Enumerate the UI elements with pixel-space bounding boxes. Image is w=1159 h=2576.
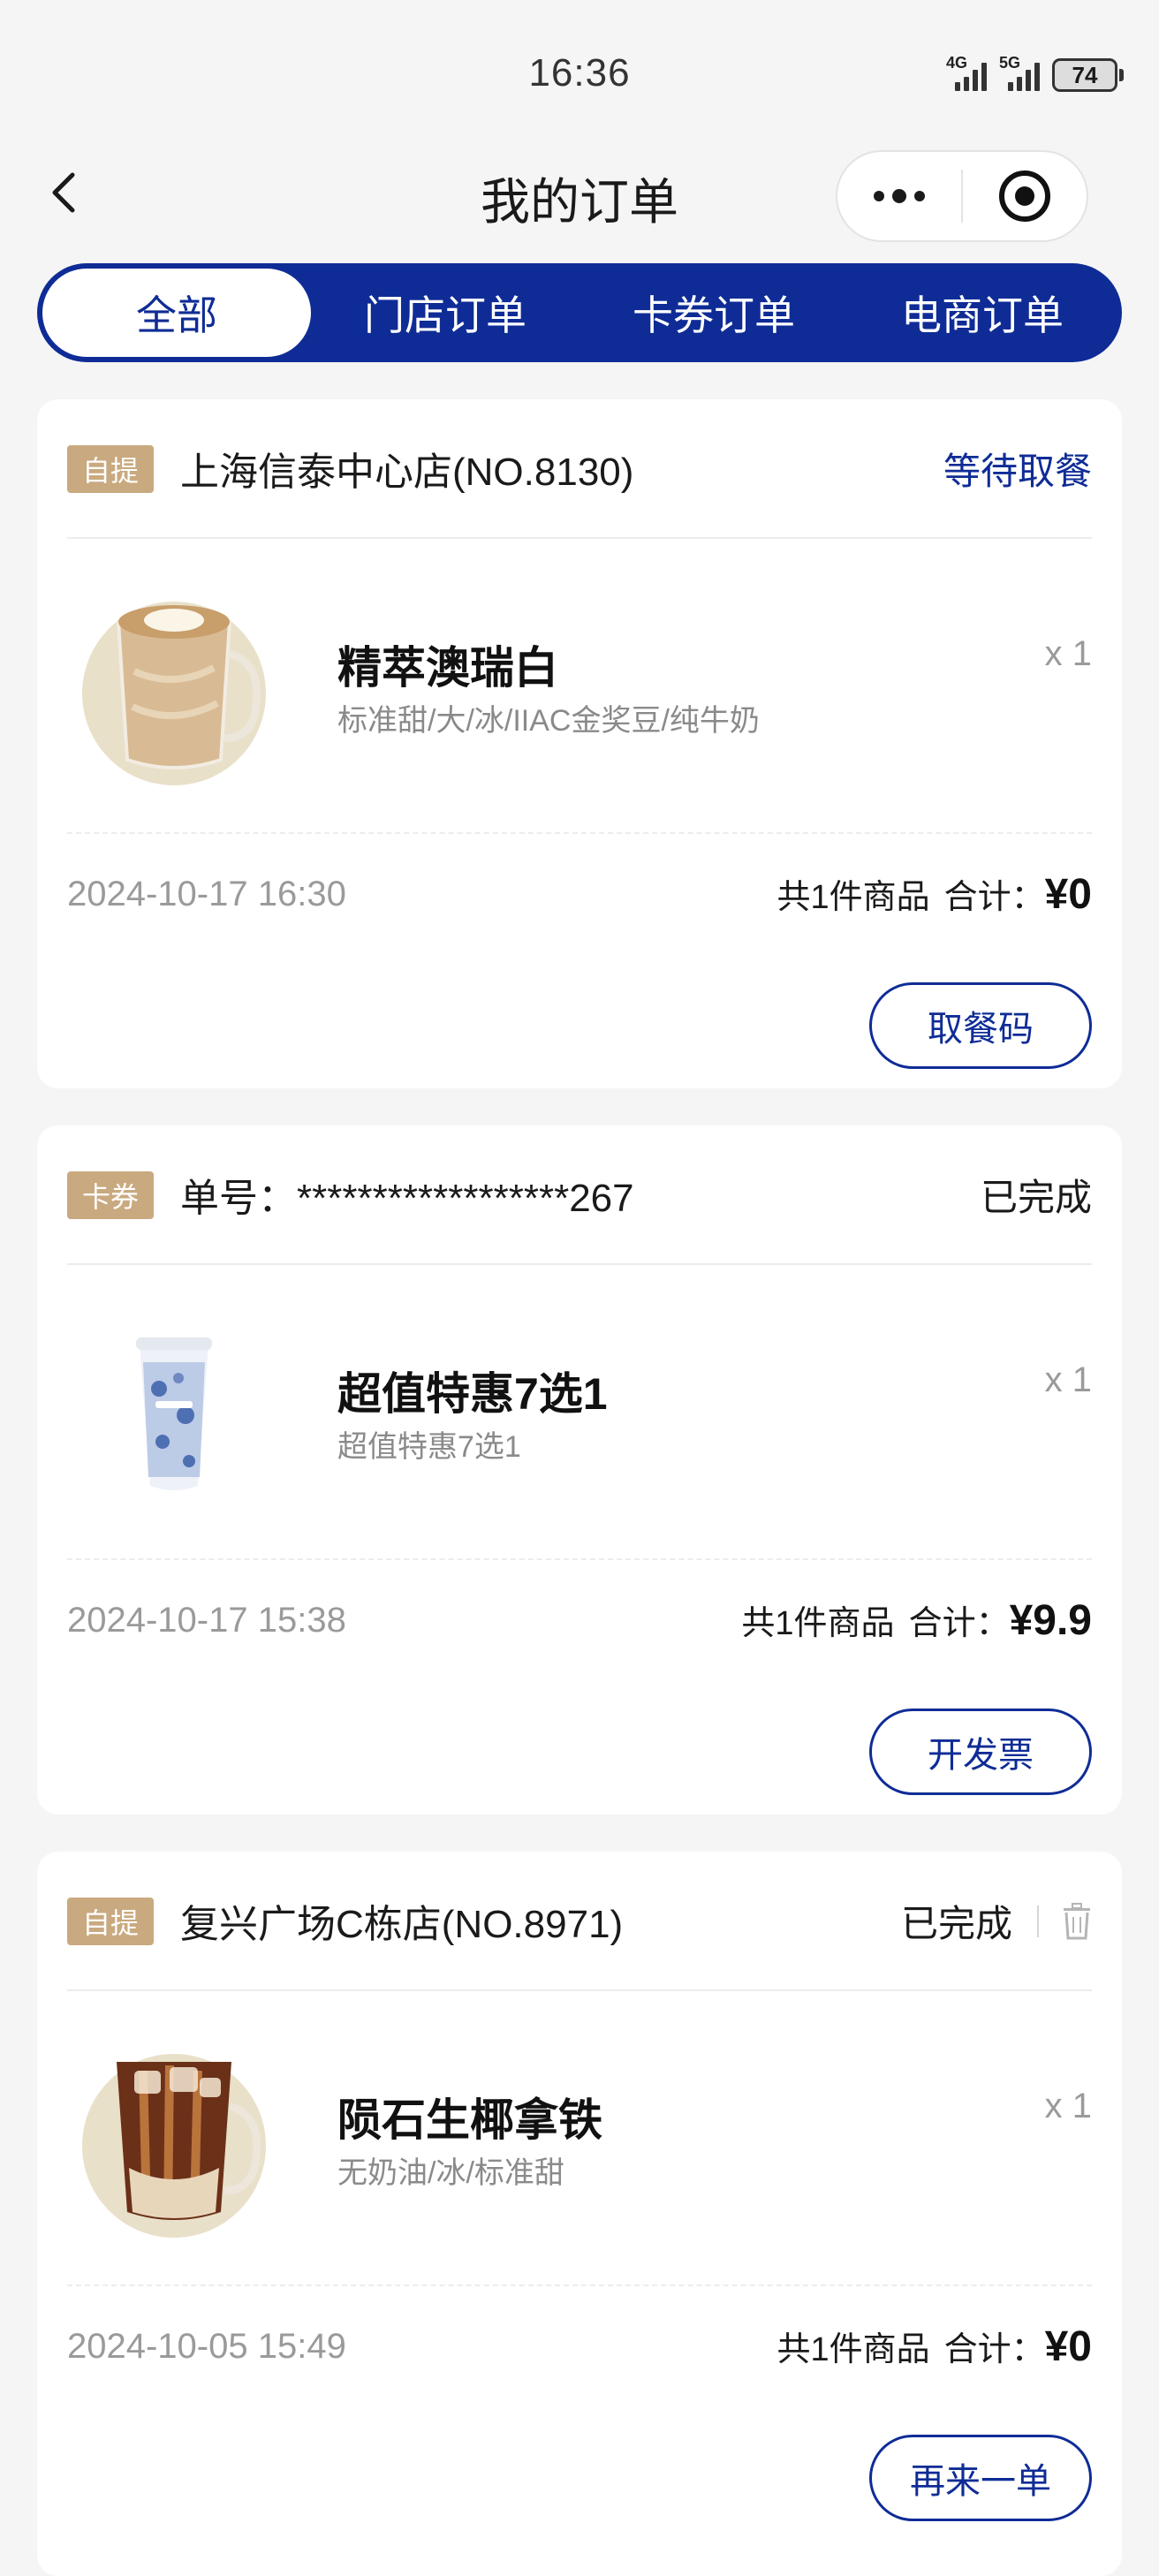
- order-header: 自提 复兴广场C栋店(NO.8971) 已完成: [67, 1852, 1092, 1991]
- order-total: 共1件商品 合计： ¥0: [776, 2322, 1092, 2371]
- status-bar: 16:36 4G 5G 74: [0, 0, 1159, 150]
- more-dots-icon: [874, 189, 925, 203]
- tab-store-orders[interactable]: 门店订单: [311, 269, 580, 357]
- battery-icon: 74: [1052, 58, 1124, 92]
- total-label: 合计：: [943, 879, 1045, 916]
- store-name: 复兴广场C栋店(NO.8971): [180, 1903, 624, 1946]
- signal-4g-icon: 4G: [946, 54, 987, 91]
- item-spec: 标准甜/大/冰/IIAC金奖豆/纯牛奶: [337, 704, 760, 738]
- order-header: 卡券 单号：******************267 已完成: [67, 1125, 1092, 1265]
- order-date: 2024-10-17 16:30: [67, 875, 346, 913]
- order-tabs: 全部 门店订单 卡券订单 电商订单: [37, 263, 1122, 362]
- order-status: 已完成: [980, 1177, 1092, 1218]
- battery-level: 74: [1052, 58, 1117, 92]
- item-name: 超值特惠7选1: [337, 1369, 608, 1419]
- close-button[interactable]: [963, 152, 1087, 240]
- tab-all[interactable]: 全部: [42, 269, 311, 357]
- order-type-badge: 自提: [67, 1898, 154, 1945]
- status-icons: 4G 5G 74: [946, 54, 1124, 92]
- order-item: 精萃澳瑞白 标准甜/大/冰/IIAC金奖豆/纯牛奶 x 1: [67, 537, 1092, 834]
- item-quantity: x 1: [1044, 634, 1092, 673]
- item-quantity: x 1: [1044, 1360, 1092, 1399]
- item-quantity: x 1: [1044, 2087, 1092, 2125]
- item-name: 精萃澳瑞白: [337, 643, 558, 693]
- total-label: 合计：: [908, 1605, 1010, 1642]
- coffee-cup-image: [81, 1309, 267, 1512]
- more-button[interactable]: [837, 152, 961, 240]
- reorder-button[interactable]: 再来一单: [869, 2435, 1092, 2521]
- order-total: 共1件商品 合计： ¥9.9: [741, 1595, 1092, 1645]
- invoice-button[interactable]: 开发票: [869, 1708, 1092, 1795]
- tab-ecommerce-orders[interactable]: 电商订单: [848, 269, 1117, 357]
- order-card[interactable]: 自提 复兴广场C栋店(NO.8971) 已完成 陨石生椰拿铁 无奶油/冰/标准甜…: [37, 1852, 1122, 2576]
- total-label: 合计：: [943, 2331, 1045, 2368]
- item-count: 共1件商品: [776, 879, 930, 916]
- mini-program-capsule: [836, 150, 1088, 242]
- coffee-cup-image: [81, 583, 267, 786]
- order-status: 等待取餐: [943, 451, 1092, 492]
- tab-voucher-orders[interactable]: 卡券订单: [580, 269, 848, 357]
- item-name: 陨石生椰拿铁: [337, 2095, 602, 2145]
- order-card[interactable]: 卡券 单号：******************267 已完成 超值特惠7选1 …: [37, 1125, 1122, 1815]
- coffee-cup-image: [81, 2035, 267, 2239]
- item-spec: 超值特惠7选1: [337, 1430, 521, 1464]
- pickup-code-button[interactable]: 取餐码: [869, 982, 1092, 1069]
- back-icon[interactable]: [42, 166, 95, 219]
- total-price: ¥9.9: [1009, 1597, 1092, 1644]
- target-icon: [999, 170, 1050, 222]
- order-card[interactable]: 自提 上海信泰中心店(NO.8130) 等待取餐 精萃澳瑞白 标准甜/大/冰/I…: [37, 399, 1122, 1088]
- navbar: 我的订单: [0, 150, 1159, 242]
- signal-5g-icon: 5G: [999, 54, 1040, 91]
- order-status-group: 已完成: [901, 1894, 1092, 1948]
- order-type-badge: 自提: [67, 445, 154, 493]
- order-total: 共1件商品 合计： ¥0: [776, 869, 1092, 919]
- order-date: 2024-10-17 15:38: [67, 1601, 346, 1640]
- order-type-badge: 卡券: [67, 1171, 154, 1219]
- order-status: 已完成: [900, 1903, 1012, 1944]
- store-name: 上海信泰中心店(NO.8130): [180, 451, 634, 494]
- total-price: ¥0: [1044, 871, 1092, 918]
- order-date: 2024-10-05 15:49: [67, 2327, 346, 2366]
- item-count: 共1件商品: [741, 1605, 895, 1642]
- item-count: 共1件商品: [776, 2331, 930, 2368]
- total-price: ¥0: [1044, 2323, 1092, 2370]
- order-header: 自提 上海信泰中心店(NO.8130) 等待取餐: [67, 399, 1092, 539]
- order-number: 单号：******************267: [180, 1177, 634, 1220]
- order-item: 陨石生椰拿铁 无奶油/冰/标准甜 x 1: [67, 1989, 1092, 2286]
- trash-icon[interactable]: [1062, 1902, 1092, 1940]
- order-item: 超值特惠7选1 超值特惠7选1 x 1: [67, 1263, 1092, 1560]
- item-spec: 无奶油/冰/标准甜: [337, 2156, 564, 2190]
